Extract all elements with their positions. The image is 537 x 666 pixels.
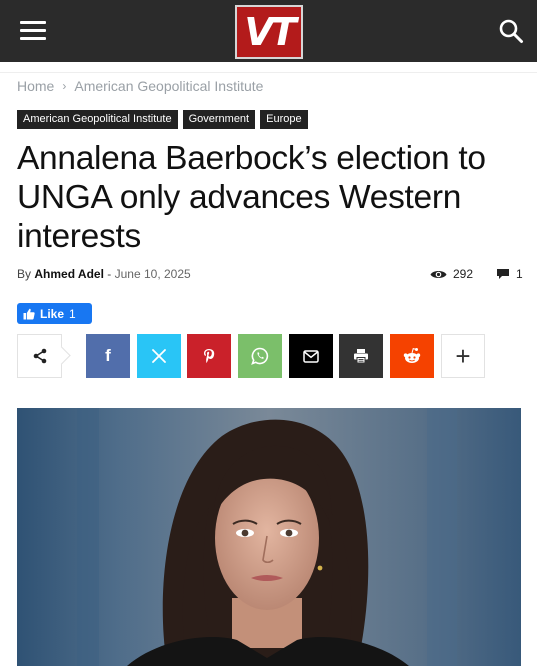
breadcrumb-home-link[interactable]: Home xyxy=(17,78,54,94)
share-facebook-button[interactable]: f xyxy=(86,334,130,378)
share-x-button[interactable] xyxy=(137,334,181,378)
whatsapp-icon xyxy=(251,347,269,365)
article-meta: By Ahmed Adel - June 10, 2025 292 1 xyxy=(17,267,523,283)
breadcrumb: Home › American Geopolitical Institute xyxy=(17,78,263,94)
share-more-button[interactable]: + xyxy=(441,334,485,378)
facebook-icon: f xyxy=(105,346,111,365)
comment-count[interactable]: 1 xyxy=(496,267,523,281)
facebook-like-count: 1 xyxy=(69,306,76,321)
pinterest-icon xyxy=(204,349,215,363)
comment-count-value: 1 xyxy=(516,267,523,281)
tag-american-geopolitical-institute[interactable]: American Geopolitical Institute xyxy=(17,110,178,129)
plus-icon: + xyxy=(455,340,471,371)
publish-date: June 10, 2025 xyxy=(114,267,191,281)
top-navigation-bar: VT xyxy=(0,0,537,62)
category-tags: American Geopolitical Institute Governme… xyxy=(17,110,308,129)
share-toggle-button[interactable] xyxy=(17,334,62,378)
portrait-photo xyxy=(17,408,521,666)
divider xyxy=(0,72,537,73)
print-icon xyxy=(354,349,368,364)
facebook-like-button[interactable]: Like 1 xyxy=(17,303,92,324)
x-twitter-icon xyxy=(152,349,166,363)
by-label: By xyxy=(17,267,32,281)
reddit-icon xyxy=(403,347,421,363)
email-icon xyxy=(303,349,319,363)
share-pinterest-button[interactable] xyxy=(187,334,231,378)
date-separator: - xyxy=(107,267,112,281)
share-buttons-row: f + xyxy=(17,334,517,378)
view-count: 292 xyxy=(430,267,473,281)
share-email-button[interactable] xyxy=(289,334,333,378)
facebook-like-label: Like xyxy=(40,306,65,321)
share-icon xyxy=(33,348,46,364)
share-reddit-button[interactable] xyxy=(390,334,434,378)
breadcrumb-separator: › xyxy=(62,79,67,93)
hamburger-menu-icon[interactable] xyxy=(20,21,46,41)
tag-government[interactable]: Government xyxy=(182,110,256,129)
featured-image xyxy=(17,408,521,666)
article-title: Annalena Baerbock’s election to UNGA onl… xyxy=(17,140,486,255)
breadcrumb-category-link[interactable]: American Geopolitical Institute xyxy=(74,78,263,94)
logo-text: VT xyxy=(244,10,296,54)
search-icon[interactable] xyxy=(498,18,524,44)
byline: By Ahmed Adel - June 10, 2025 xyxy=(17,267,191,281)
share-whatsapp-button[interactable] xyxy=(238,334,282,378)
site-logo[interactable]: VT xyxy=(235,5,303,59)
tag-europe[interactable]: Europe xyxy=(260,110,308,129)
thumbs-up-icon xyxy=(23,308,35,319)
eye-icon xyxy=(430,270,447,278)
view-count-value: 292 xyxy=(453,267,474,281)
share-print-button[interactable] xyxy=(339,334,383,378)
author-link[interactable]: Ahmed Adel xyxy=(34,267,104,281)
comment-icon xyxy=(497,269,509,279)
